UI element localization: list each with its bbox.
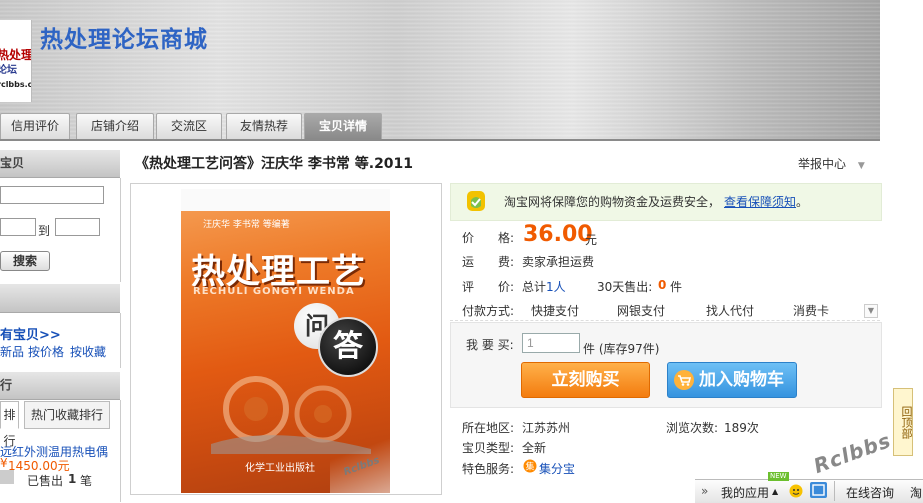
chevron-down-icon: ▼	[857, 161, 865, 171]
sort-favorites-link[interactable]: 按收藏	[70, 343, 106, 360]
window-icon[interactable]	[810, 482, 827, 498]
quantity-label: 我 要 买:	[466, 338, 514, 352]
assurance-suffix: 。	[796, 195, 809, 209]
shop-logo[interactable]: 热处理 论坛 rclbbs.com	[0, 20, 32, 102]
add-to-cart-label: 加入购物车	[699, 370, 784, 390]
points-icon: 集	[523, 459, 537, 473]
quantity-input[interactable]	[522, 333, 580, 353]
price-label: 价 格:	[462, 231, 515, 245]
keyword-input[interactable]	[0, 186, 104, 204]
rating-total-prefix: 总计	[522, 280, 547, 294]
price-max-input[interactable]	[55, 218, 100, 236]
rating-total-link[interactable]: 1人	[546, 278, 566, 295]
tab-shop-intro[interactable]: 店铺介绍	[76, 113, 154, 139]
logo-line-2: 论坛	[0, 65, 17, 76]
sort-new-link[interactable]: 新品	[0, 343, 24, 360]
tab-underline	[0, 139, 880, 141]
pay-netbank[interactable]: 网银支付	[617, 302, 665, 319]
search-panel-header: 宝贝	[0, 150, 120, 178]
product-image[interactable]: 汪庆华 李书常 等编著 热处理工艺 RECHULI GONGYI WENDA 问…	[181, 189, 390, 493]
product-title: 《热处理工艺问答》汪庆华 李书常 等.2011	[135, 156, 414, 172]
tab-recommended[interactable]: 友情热荐	[226, 113, 302, 139]
pay-quick[interactable]: 快捷支付	[531, 302, 579, 319]
tab-sales-rank[interactable]: 排行	[0, 401, 19, 448]
views-label: 浏览次数:	[666, 421, 719, 435]
ranking-panel-header: 行	[0, 372, 120, 400]
tab-credit-rating[interactable]: 信用评价	[0, 113, 70, 139]
all-items-link[interactable]: 有宝贝>>	[0, 324, 61, 343]
assurance-link[interactable]: 查看保障须知	[724, 193, 796, 210]
toolbar-expand-icon[interactable]: »	[701, 484, 708, 498]
stock-text: 件 (库存97件)	[583, 342, 660, 356]
rclbbs-watermark: Rclbbs	[810, 427, 895, 479]
location-label: 所在地区:	[462, 421, 515, 435]
shop-nav-tabs: 信用评价 店铺介绍 交流区 友情热荐 宝贝详情	[0, 113, 880, 140]
rank-item-thumb[interactable]	[0, 470, 14, 484]
svg-text:集: 集	[525, 461, 534, 473]
ranking-panel-title: 行	[0, 378, 13, 392]
price-value: 36.00	[523, 222, 593, 247]
tab-item-details[interactable]: 宝贝详情	[304, 113, 382, 139]
book-authors: 汪庆华 李书常 等编著	[203, 220, 290, 230]
category-panel-header	[0, 284, 120, 313]
toolbar-divider	[834, 481, 835, 501]
book-publisher: 化学工业出版社	[245, 463, 315, 474]
rank-item-price-icon: ¥	[0, 456, 8, 470]
payment-label: 付款方式:	[462, 304, 515, 318]
pay-proxy[interactable]: 找人代付	[706, 302, 754, 319]
location-value: 江苏苏州	[522, 421, 571, 435]
sold-30-label: 30天售出:	[597, 280, 653, 294]
rank-item-sold-unit: 笔	[80, 474, 93, 488]
assurance-text: 淘宝网将保障您的购物资金及运费安全，	[504, 195, 721, 209]
views-value: 189次	[724, 421, 759, 435]
back-to-top-button[interactable]: 回顶部	[893, 388, 913, 456]
search-button[interactable]: 搜索	[0, 251, 50, 271]
rank-item-sold-prefix: 已售出	[27, 474, 64, 488]
online-chat-button[interactable]: 在线咨询	[846, 484, 894, 501]
item-type-value: 全新	[522, 441, 547, 455]
shield-icon	[467, 191, 485, 211]
price-to-label: 到	[38, 224, 51, 238]
shipping-value: 卖家承担运费	[522, 255, 595, 269]
service-link[interactable]: 集分宝	[539, 460, 575, 477]
new-badge: NEW	[768, 472, 789, 481]
search-panel-title: 宝贝	[0, 156, 25, 170]
sold-30-unit: 件	[670, 280, 683, 294]
shipping-label: 运 费:	[462, 255, 515, 269]
buy-now-button[interactable]: 立刻购买	[521, 362, 650, 398]
shop-title[interactable]: 热处理论坛商城	[40, 20, 208, 54]
price-unit: 元	[585, 233, 598, 247]
tab-forum[interactable]: 交流区	[156, 113, 222, 139]
rating-label: 评 价:	[462, 280, 515, 294]
toolbar-more[interactable]: 淘	[910, 484, 922, 501]
book-pinyin: RECHULI GONGYI WENDA	[193, 286, 355, 297]
service-label: 特色服务:	[462, 462, 515, 476]
sort-price-link[interactable]: 按价格	[28, 343, 64, 360]
chevron-up-icon: ▲	[772, 487, 779, 496]
smiley-icon[interactable]	[788, 483, 804, 498]
report-center-label: 举报中心	[798, 157, 847, 171]
logo-line-3: rclbbs.com	[0, 80, 32, 89]
sold-30-value: 0	[658, 278, 667, 292]
my-apps-menu[interactable]: 我的应用	[721, 484, 769, 501]
tab-favorite-rank[interactable]: 热门收藏排行	[24, 401, 110, 429]
purchase-box	[450, 322, 882, 408]
item-type-label: 宝贝类型:	[462, 441, 515, 455]
price-min-input[interactable]	[0, 218, 36, 236]
cart-icon	[674, 370, 694, 390]
add-to-cart-button[interactable]: 加入购物车	[667, 362, 797, 398]
chevron-down-icon[interactable]: ▼	[864, 304, 878, 318]
report-center-link[interactable]: 举报中心 ▼	[798, 155, 865, 172]
pay-card[interactable]: 消费卡	[793, 302, 829, 319]
rank-item-sold-count: 1	[68, 472, 77, 486]
